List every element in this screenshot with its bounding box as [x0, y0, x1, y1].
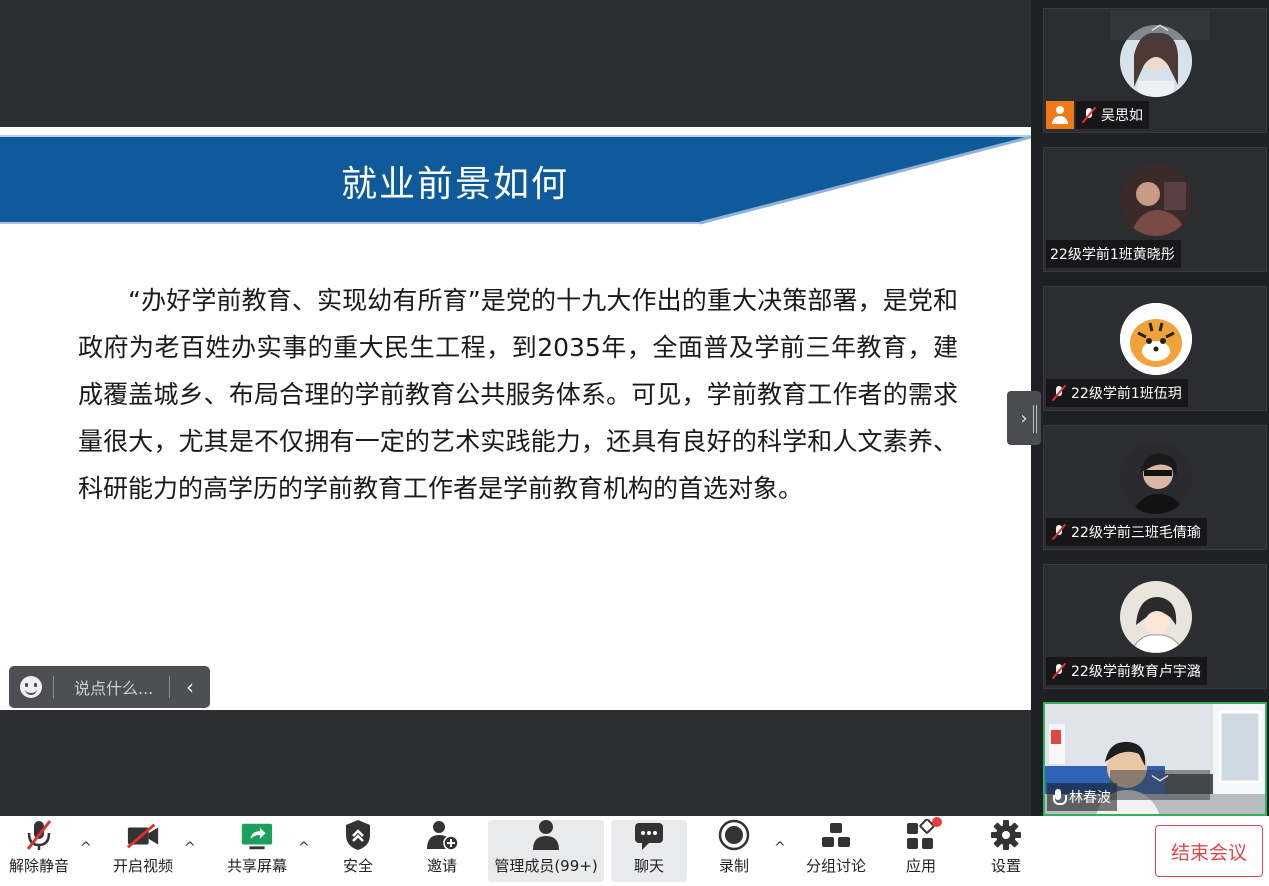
mic-muted-icon — [22, 819, 56, 851]
record-icon — [717, 819, 751, 851]
apps-button[interactable]: 应用 — [893, 817, 949, 882]
meeting-window: 就业前景如何 “办好学前教育、实现幼有所育”是党的十九大作出的重大决策部署，是党… — [0, 0, 1269, 886]
invite-button[interactable]: 邀请 — [414, 820, 470, 882]
participant-tile[interactable]: 22级学前1班黄晓彤 — [1043, 147, 1267, 272]
mic-muted-icon — [1050, 384, 1068, 402]
avatar — [1120, 442, 1192, 514]
participant-name: 22级学前教育卢宇潞 — [1071, 664, 1201, 680]
end-meeting-button[interactable]: 结束会议 — [1155, 825, 1263, 877]
settings-label: 设置 — [990, 857, 1021, 875]
share-screen-button[interactable]: 共享屏幕 — [220, 820, 294, 882]
camera-off-icon — [126, 820, 160, 851]
mic-muted-icon — [1050, 523, 1068, 541]
chat-input[interactable]: 说点什么... — [54, 675, 169, 699]
participant-name-tag: 吴思如 — [1076, 101, 1149, 129]
unmute-button[interactable]: 解除静音 — [2, 820, 76, 882]
mic-muted-icon — [1050, 662, 1068, 680]
chevron-down-icon[interactable]: ﹀ — [1110, 770, 1210, 800]
participant-name-tag: 林春波 — [1047, 783, 1117, 811]
security-label: 安全 — [342, 857, 373, 875]
chevron-right-icon: › — [1020, 407, 1028, 429]
slide-body-text: “办好学前教育、实现幼有所育”是党的十九大作出的重大决策部署，是党和政府为老百姓… — [78, 277, 958, 512]
participant-name-tag: 22级学前1班伍玥 — [1046, 379, 1188, 407]
share-screen-label: 共享屏幕 — [226, 857, 287, 875]
chevron-up-icon[interactable]: ^ — [298, 840, 310, 856]
avatar — [1120, 303, 1192, 375]
breakout-rooms-button[interactable]: 分组讨论 — [800, 820, 872, 882]
breakout-rooms-icon — [819, 820, 853, 851]
avatar — [1120, 164, 1192, 236]
host-user-icon — [1046, 101, 1074, 129]
smiley-icon — [20, 676, 42, 698]
chevron-up-icon[interactable]: ︿ — [1110, 10, 1210, 40]
security-button[interactable]: 安全 — [330, 820, 386, 882]
participant-name-tag: 22级学前1班黄晓彤 — [1046, 240, 1181, 268]
chevron-up-icon[interactable]: ^ — [184, 840, 196, 856]
resize-grip[interactable] — [1033, 405, 1037, 433]
manage-members-button[interactable]: 管理成员(99+) — [488, 820, 604, 882]
avatar — [1120, 581, 1192, 653]
quick-chat-bar[interactable]: 说点什么... ‹ — [9, 666, 210, 708]
mic-muted-icon — [1080, 106, 1098, 124]
start-video-label: 开启视频 — [112, 857, 173, 875]
add-user-icon — [425, 819, 459, 851]
share-screen-icon — [240, 820, 274, 851]
settings-button[interactable]: 设置 — [978, 820, 1034, 882]
gear-icon — [989, 819, 1023, 851]
participant-name: 吴思如 — [1101, 108, 1143, 124]
chevron-up-icon[interactable]: ^ — [774, 840, 786, 856]
unmute-label: 解除静音 — [8, 857, 69, 875]
slide-paragraph: “办好学前教育、实现幼有所育”是党的十九大作出的重大决策部署，是党和政府为老百姓… — [78, 286, 958, 503]
participant-name: 22级学前1班黄晓彤 — [1050, 247, 1175, 263]
breakout-rooms-label: 分组讨论 — [805, 857, 866, 875]
chat-button[interactable]: 聊天 — [611, 820, 687, 882]
members-icon — [529, 819, 563, 851]
record-label: 录制 — [718, 857, 749, 875]
record-button[interactable]: 录制 — [706, 819, 762, 882]
participant-tile[interactable]: 22级学前教育卢宇潞 — [1043, 564, 1267, 689]
notification-dot — [932, 817, 942, 827]
participant-tile[interactable]: 22级学前1班伍玥 — [1043, 286, 1267, 411]
participants-panel: 吴思如 22级学前1班黄晓彤 22级学前1班伍玥 22级学前三班毛倩瑜 22级学… — [1031, 0, 1269, 816]
shield-icon — [341, 819, 375, 851]
panel-toggle-button[interactable]: › — [1007, 391, 1041, 445]
participant-name: 林春波 — [1069, 790, 1111, 806]
participant-name: 22级学前1班伍玥 — [1071, 386, 1182, 402]
invite-label: 邀请 — [426, 857, 457, 875]
participant-name-tag: 22级学前教育卢宇潞 — [1046, 657, 1207, 685]
participant-tile[interactable]: 22级学前三班毛倩瑜 — [1043, 425, 1267, 550]
apps-icon — [904, 817, 942, 851]
meeting-toolbar: 解除静音 ^ 开启视频 ^ 共享屏幕 ^ 安全 邀请 管理成员(99+) 聊天 … — [0, 816, 1269, 886]
apps-label: 应用 — [905, 857, 936, 875]
presentation-slide: 就业前景如何 “办好学前教育、实现幼有所育”是党的十九大作出的重大决策部署，是党… — [0, 127, 1031, 710]
shared-screen-area: 就业前景如何 “办好学前教育、实现幼有所育”是党的十九大作出的重大决策部署，是党… — [0, 0, 1031, 816]
manage-members-label: 管理成员(99+) — [494, 857, 598, 875]
mic-icon — [1051, 788, 1067, 806]
participant-name-tag: 22级学前三班毛倩瑜 — [1046, 518, 1207, 546]
emoji-button[interactable] — [9, 666, 53, 708]
chat-label: 聊天 — [633, 857, 664, 875]
chevron-up-icon[interactable]: ^ — [80, 840, 92, 856]
participant-name: 22级学前三班毛倩瑜 — [1071, 525, 1201, 541]
chat-bubble-icon — [632, 820, 666, 851]
slide-title: 就业前景如何 — [340, 164, 569, 205]
chevron-left-icon[interactable]: ‹ — [170, 675, 210, 699]
start-video-button[interactable]: 开启视频 — [106, 820, 180, 882]
